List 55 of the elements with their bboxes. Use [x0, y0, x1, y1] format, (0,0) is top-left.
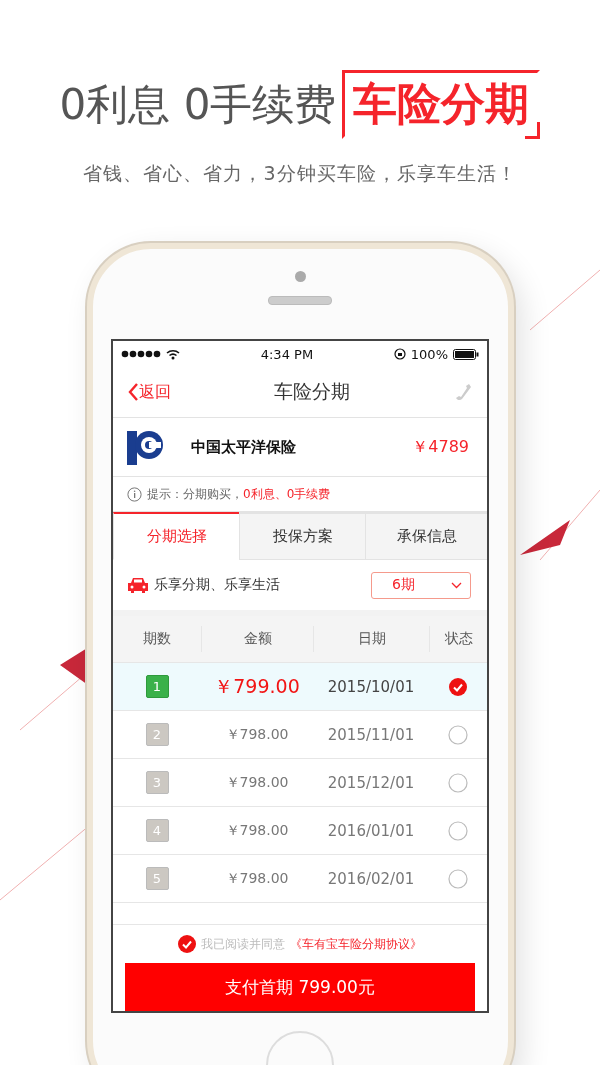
headline: 0利息 0手续费	[59, 78, 337, 131]
speaker-icon	[268, 296, 332, 305]
signal-icon	[121, 350, 161, 358]
battery-percent: 100%	[410, 346, 448, 362]
car-icon	[127, 576, 149, 594]
column-header: 金额	[243, 630, 272, 648]
column-header: 期数	[143, 630, 171, 648]
plan-label: 乐享分期、乐享生活	[154, 576, 280, 594]
installment-row[interactable]: 1 ￥799.00 2015/10/01	[113, 663, 487, 711]
agree-checkbox[interactable]	[178, 935, 196, 953]
radio-button[interactable]	[448, 724, 468, 745]
insurer-price: ￥4789	[412, 436, 469, 458]
battery-icon	[453, 348, 479, 360]
tab[interactable]: 承保信息	[365, 512, 487, 560]
installment-number: 4	[145, 819, 169, 842]
tab[interactable]: 投保方案	[239, 512, 365, 560]
info-icon	[127, 486, 142, 502]
due-date: 2016/02/01	[327, 869, 415, 888]
due-date: 2015/10/01	[327, 677, 415, 696]
amount: ￥798.00	[225, 773, 289, 792]
radio-button[interactable]	[448, 820, 468, 841]
pay-button[interactable]: 支付首期 799.00元	[125, 963, 475, 1011]
agreement-link[interactable]: 《车有宝车险分期协议》	[290, 935, 422, 953]
due-date: 2016/01/01	[327, 821, 415, 840]
back-button[interactable]: 返回	[127, 381, 171, 403]
tab[interactable]: 分期选择	[113, 512, 239, 560]
column-header: 日期	[357, 630, 386, 648]
amount: ￥798.00	[225, 725, 289, 744]
wifi-icon	[166, 348, 180, 360]
installment-number: 3	[145, 771, 169, 794]
amount: ￥798.00	[225, 869, 289, 888]
due-date: 2015/11/01	[327, 725, 415, 744]
radio-button[interactable]	[448, 868, 468, 889]
due-date: 2015/12/01	[327, 773, 415, 792]
column-header: 状态	[444, 630, 473, 648]
insurer-name: 中国太平洋保险	[191, 437, 296, 457]
chevron-down-icon	[451, 581, 462, 589]
status-time: 4:34 PM	[260, 346, 314, 362]
headline-highlight: 车险分期	[342, 70, 541, 139]
amount: ￥798.00	[225, 821, 289, 840]
installment-number: 2	[145, 723, 169, 746]
rotation-lock-icon	[393, 348, 406, 360]
notice-text: 提示：分期购买，0利息、0手续费	[147, 485, 331, 503]
checked-icon[interactable]	[449, 677, 467, 696]
period-select[interactable]: 6期	[371, 571, 471, 599]
chevron-left-icon	[127, 382, 139, 402]
subtitle: 省钱、省心、省力，3分钟买车险，乐享车生活！	[83, 161, 517, 186]
phone-icon[interactable]	[453, 382, 473, 402]
radio-button[interactable]	[448, 772, 468, 793]
installment-number: 5	[145, 867, 169, 890]
agreement-text: 我已阅读并同意	[201, 935, 285, 953]
page-title: 车险分期	[274, 379, 350, 404]
camera-icon	[294, 271, 306, 282]
installment-number: 1	[145, 675, 169, 698]
amount: ￥799.00	[214, 673, 300, 699]
